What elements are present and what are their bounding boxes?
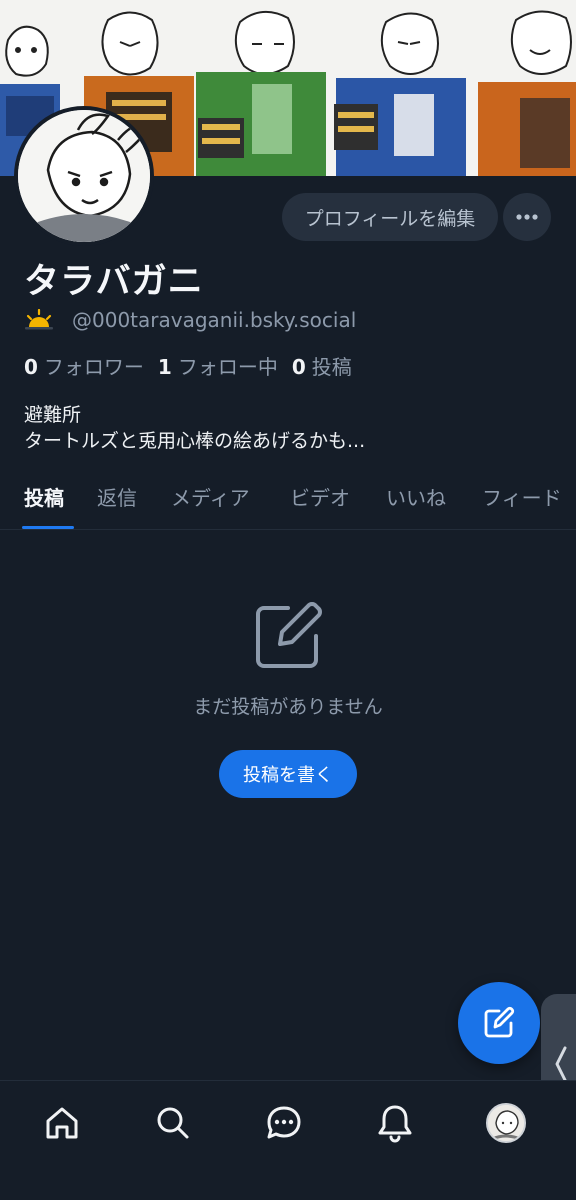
followers-label: フォロワー — [43, 355, 144, 379]
followers-stat[interactable]: 0 フォロワー — [24, 351, 144, 380]
following-count: 1 — [157, 355, 172, 379]
avatar — [486, 1103, 526, 1143]
chevron-left-icon — [555, 1046, 567, 1082]
edit-profile-button[interactable]: プロフィールを編集 — [282, 193, 498, 241]
nav-home[interactable] — [40, 1101, 84, 1145]
nav-search[interactable] — [151, 1101, 195, 1145]
tab-likes[interactable]: いいね — [386, 482, 446, 511]
home-icon — [46, 1107, 78, 1139]
nav-notifications[interactable] — [373, 1101, 417, 1145]
tab-feeds[interactable]: フィード — [482, 482, 562, 511]
followers-count: 0 — [24, 355, 38, 379]
following-label: フォロー中 — [177, 355, 278, 379]
tab-replies[interactable]: 返信 — [97, 482, 137, 511]
tab-posts[interactable]: 投稿 — [24, 482, 64, 511]
compose-icon — [484, 1006, 515, 1038]
posts-stat: 0 投稿 — [292, 351, 352, 380]
following-stat[interactable]: 1 フォロー中 — [158, 351, 278, 380]
bell-icon — [378, 1105, 412, 1143]
bio-line: 避難所 — [24, 404, 82, 426]
search-icon — [157, 1107, 189, 1139]
compose-icon — [250, 598, 326, 678]
profile-stats: 0 フォロワー 1 フォロー中 0 投稿 — [24, 351, 352, 380]
bottom-navigation — [0, 1080, 576, 1200]
profile-tabs: 投稿 返信 メディア ビデオ いいね フィード — [0, 466, 576, 530]
more-options-button[interactable] — [503, 193, 551, 241]
posts-label: 投稿 — [311, 355, 352, 379]
new-post-fab[interactable] — [458, 982, 540, 1064]
empty-state-message: まだ投稿がありません — [193, 696, 383, 718]
active-tab-indicator — [22, 526, 74, 529]
display-name: タラバガニ — [24, 262, 204, 302]
profile-avatar[interactable] — [14, 106, 154, 246]
more-icon — [516, 214, 538, 220]
handle-row: @000taravaganii.bsky.social — [24, 308, 356, 332]
tab-media[interactable]: メディア — [171, 482, 250, 511]
nav-chat[interactable] — [262, 1101, 306, 1145]
tab-videos[interactable]: ビデオ — [290, 482, 350, 511]
write-post-button[interactable]: 投稿を書く — [219, 750, 357, 798]
profile-handle[interactable]: @000taravaganii.bsky.social — [72, 308, 356, 332]
avatar-illustration — [18, 110, 150, 242]
bio-line: タートルズと兎用心棒の絵あげるかも... — [24, 430, 366, 452]
nav-profile[interactable] — [484, 1101, 528, 1145]
posts-count: 0 — [291, 355, 306, 379]
profile-bio: 避難所 タートルズと兎用心棒の絵あげるかも... — [24, 402, 365, 454]
sunrise-icon — [25, 309, 53, 330]
chat-icon — [267, 1106, 301, 1139]
